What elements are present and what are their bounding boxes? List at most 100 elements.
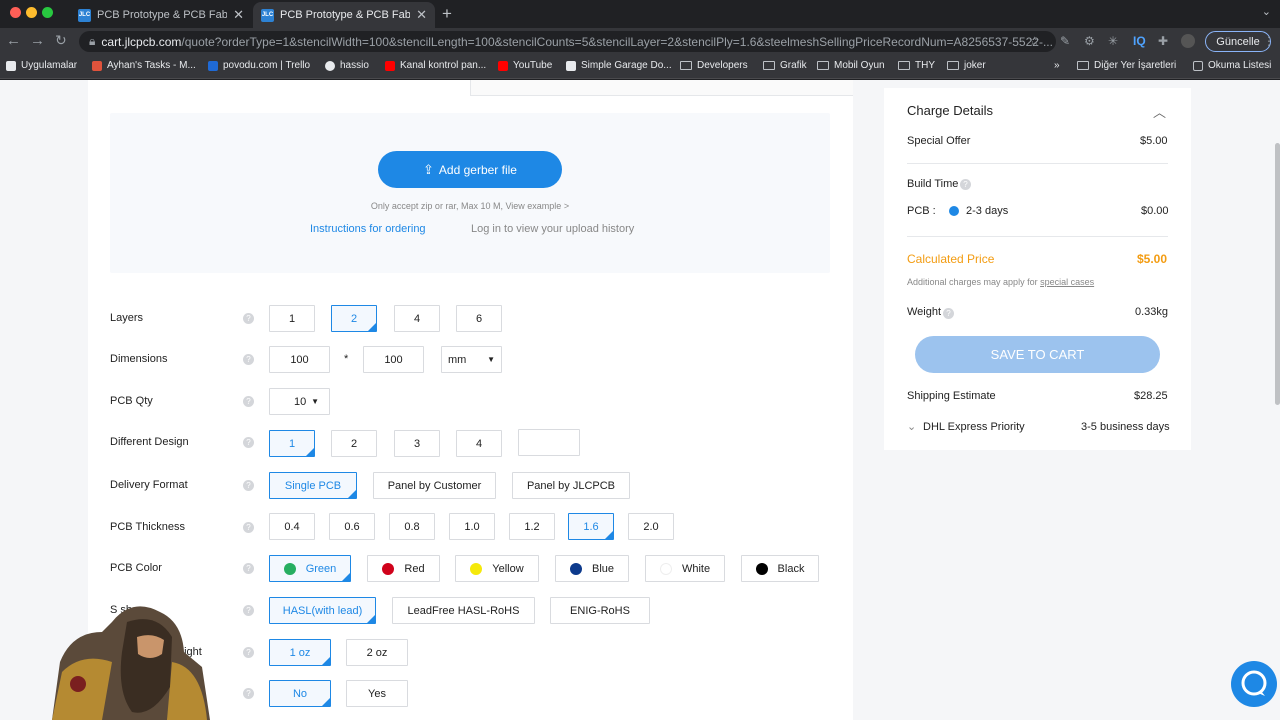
design-option-selected[interactable]: 1	[269, 430, 315, 457]
thickness-option[interactable]: 0.6	[329, 513, 375, 540]
delivery-option-selected[interactable]: Single PCB	[269, 472, 357, 499]
bookmark-star-icon[interactable]: ☆	[1029, 34, 1040, 48]
help-icon[interactable]: ?	[243, 480, 254, 491]
bookmark-folder[interactable]: Mobil Oyun	[817, 60, 885, 71]
thickness-option[interactable]: 1.0	[449, 513, 495, 540]
minimize-window-button[interactable]	[26, 7, 37, 18]
carrier-name[interactable]: DHL Express Priority	[923, 421, 1025, 433]
close-window-button[interactable]	[10, 7, 21, 18]
tab-search-icon[interactable]: ⌄	[1262, 5, 1271, 18]
design-option[interactable]: 2	[331, 430, 377, 457]
chevron-down-icon[interactable]: ⌄	[907, 420, 916, 433]
layers-option[interactable]: 6	[456, 305, 502, 332]
iq-extension-icon[interactable]: IQ	[1133, 34, 1146, 48]
color-option-white[interactable]: White	[645, 555, 725, 582]
update-button[interactable]: Güncelle	[1205, 31, 1271, 52]
qty-select[interactable]: 10 ▼	[269, 388, 330, 415]
new-tab-icon[interactable]: +	[442, 4, 452, 24]
bookmark-folder[interactable]: joker	[947, 60, 986, 71]
color-option-black[interactable]: Black	[741, 555, 819, 582]
length-input[interactable]: 100	[363, 346, 424, 373]
bookmark-item[interactable]: Kanal kontrol pan...	[385, 60, 486, 71]
instructions-link[interactable]: Instructions for ordering	[310, 223, 426, 235]
help-icon[interactable]: ?	[243, 354, 254, 365]
reading-list[interactable]: Okuma Listesi	[1193, 60, 1271, 71]
color-option-green[interactable]: Green	[269, 555, 351, 582]
chat-support-button[interactable]	[1231, 661, 1277, 707]
pen-extension-icon[interactable]: ✎	[1060, 34, 1070, 48]
login-history-link[interactable]: Log in to view your upload history	[471, 223, 634, 235]
profile-avatar[interactable]	[1181, 34, 1195, 48]
thickness-option[interactable]: 2.0	[628, 513, 674, 540]
layers-option[interactable]: 4	[394, 305, 440, 332]
forward-icon[interactable]: →	[30, 32, 45, 49]
thickness-option-selected[interactable]: 1.6	[568, 513, 614, 540]
tab-1[interactable]: JLC PCB Prototype & PCB Fabricati ✕	[70, 2, 252, 28]
color-option-red[interactable]: Red	[367, 555, 440, 582]
help-icon[interactable]: ?	[943, 308, 954, 319]
scrollbar-thumb[interactable]	[1275, 143, 1280, 405]
bookmarks-overflow[interactable]: »	[1054, 60, 1060, 71]
maximize-window-button[interactable]	[42, 7, 53, 18]
bookmark-item[interactable]: Simple Garage Do...	[566, 60, 672, 71]
bookmark-item[interactable]: hassio	[325, 60, 369, 71]
bookmark-folder[interactable]: THY	[898, 60, 935, 71]
help-icon[interactable]: ?	[243, 605, 254, 616]
help-icon[interactable]: ?	[243, 313, 254, 324]
delivery-label: Delivery Format	[110, 479, 188, 491]
react-extension-icon[interactable]: ✳	[1108, 34, 1118, 48]
help-icon[interactable]: ?	[243, 563, 254, 574]
close-tab-icon[interactable]: ✕	[233, 7, 244, 23]
close-tab-icon[interactable]: ✕	[416, 7, 427, 23]
puzzle-extension-icon[interactable]: ✚	[1158, 34, 1168, 48]
help-icon[interactable]: ?	[960, 179, 971, 190]
delivery-option[interactable]: Panel by JLCPCB	[512, 472, 630, 499]
color-option-blue[interactable]: Blue	[555, 555, 629, 582]
width-input[interactable]: 100	[269, 346, 330, 373]
bookmark-apps[interactable]: Uygulamalar	[6, 60, 77, 71]
radio-selected-icon[interactable]	[949, 206, 959, 216]
color-option-yellow[interactable]: Yellow	[455, 555, 539, 582]
delivery-option[interactable]: Panel by Customer	[373, 472, 496, 499]
bookmark-item[interactable]: Ayhan's Tasks - M...	[92, 60, 196, 71]
bookmark-item[interactable]: povodu.com | Trello	[208, 60, 310, 71]
finish-option-selected[interactable]: HASL(with lead)	[269, 597, 376, 624]
layers-option-selected[interactable]: 2	[331, 305, 377, 332]
extra-option[interactable]: Yes	[346, 680, 408, 707]
design-option[interactable]: 4	[456, 430, 502, 457]
bookmark-folder[interactable]: Grafik	[763, 60, 807, 71]
thickness-option[interactable]: 1.2	[509, 513, 555, 540]
layers-option[interactable]: 1	[269, 305, 315, 332]
design-custom-input[interactable]	[518, 429, 580, 456]
copper-option[interactable]: 2 oz	[346, 639, 408, 666]
reload-icon[interactable]: ↻	[55, 32, 67, 49]
menu-icon[interactable]: ⋮	[1263, 34, 1275, 48]
thickness-option[interactable]: 0.8	[389, 513, 435, 540]
help-icon[interactable]: ?	[243, 688, 254, 699]
finish-option[interactable]: LeadFree HASL-RoHS	[392, 597, 535, 624]
other-bookmarks[interactable]: Diğer Yer İşaretleri	[1077, 60, 1176, 71]
special-cases-link[interactable]: special cases	[1040, 277, 1094, 287]
chevron-up-icon[interactable]: ︿	[1153, 102, 1166, 121]
help-icon[interactable]: ?	[243, 396, 254, 407]
address-bar[interactable]: 🔒︎ cart.jlcpcb.com /quote?orderType=1&st…	[79, 31, 1056, 52]
bookmark-folder[interactable]: Developers	[680, 60, 748, 71]
help-icon[interactable]: ?	[243, 437, 254, 448]
thickness-option[interactable]: 0.4	[269, 513, 315, 540]
tab-2[interactable]: JLC PCB Prototype & PCB Fabricati ✕	[253, 2, 435, 28]
extra-option-selected[interactable]: No	[269, 680, 331, 707]
add-gerber-button[interactable]: ⇪ Add gerber file	[378, 151, 562, 188]
finish-option[interactable]: ENIG-RoHS	[550, 597, 650, 624]
bookmark-item[interactable]: YouTube	[498, 60, 552, 71]
design-option[interactable]: 3	[394, 430, 440, 457]
save-to-cart-button[interactable]: SAVE TO CART	[915, 336, 1160, 373]
back-icon[interactable]: ←	[6, 32, 21, 49]
upload-area[interactable]	[110, 113, 830, 273]
help-icon[interactable]: ?	[243, 522, 254, 533]
unit-select[interactable]: mm ▼	[441, 346, 502, 373]
gear-extension-icon[interactable]: ⚙	[1084, 34, 1095, 48]
copper-option-selected[interactable]: 1 oz	[269, 639, 331, 666]
bookmark-label: Developers	[697, 60, 748, 71]
help-icon[interactable]: ?	[243, 647, 254, 658]
pcb-time-price: $0.00	[1141, 205, 1169, 217]
